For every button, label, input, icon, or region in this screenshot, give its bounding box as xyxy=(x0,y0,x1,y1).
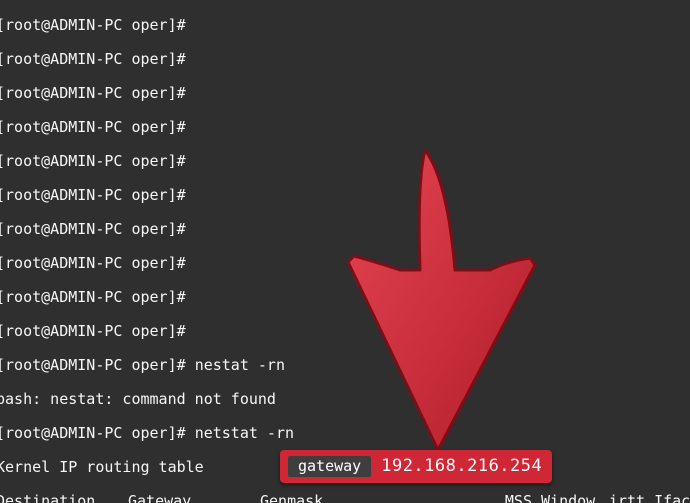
prompt-line: [root@ADMIN-PC oper]# xyxy=(0,255,690,272)
prompt-line: [root@ADMIN-PC oper]# xyxy=(0,17,690,34)
callout-label: gateway xyxy=(288,456,371,477)
prompt-line: [root@ADMIN-PC oper]# xyxy=(0,221,690,238)
terminal-window[interactable]: [root@ADMIN-PC oper]# [root@ADMIN-PC ope… xyxy=(0,0,690,503)
prompt-line: [root@ADMIN-PC oper]# xyxy=(0,323,690,340)
callout-value: 192.168.216.254 xyxy=(381,458,542,475)
prompt-line: [root@ADMIN-PC oper]# xyxy=(0,119,690,136)
command-text: netstat -rn xyxy=(195,424,294,442)
prompt-line: [root@ADMIN-PC oper]# xyxy=(0,85,690,102)
error-line: bash: nestat: command not found xyxy=(0,391,690,408)
command-line: [root@ADMIN-PC oper]# netstat -rn xyxy=(0,425,690,442)
prompt-line: [root@ADMIN-PC oper]# xyxy=(0,153,690,170)
command-line: [root@ADMIN-PC oper]# nestat -rn xyxy=(0,357,690,374)
route-header: DestinationGatewayGenmaskMSS Windowirtt … xyxy=(0,493,690,503)
command-text: nestat -rn xyxy=(195,356,285,374)
gateway-callout: gateway 192.168.216.254 xyxy=(280,450,552,483)
prompt-line: [root@ADMIN-PC oper]# xyxy=(0,289,690,306)
prompt-line: [root@ADMIN-PC oper]# xyxy=(0,187,690,204)
prompt-line: [root@ADMIN-PC oper]# xyxy=(0,51,690,68)
